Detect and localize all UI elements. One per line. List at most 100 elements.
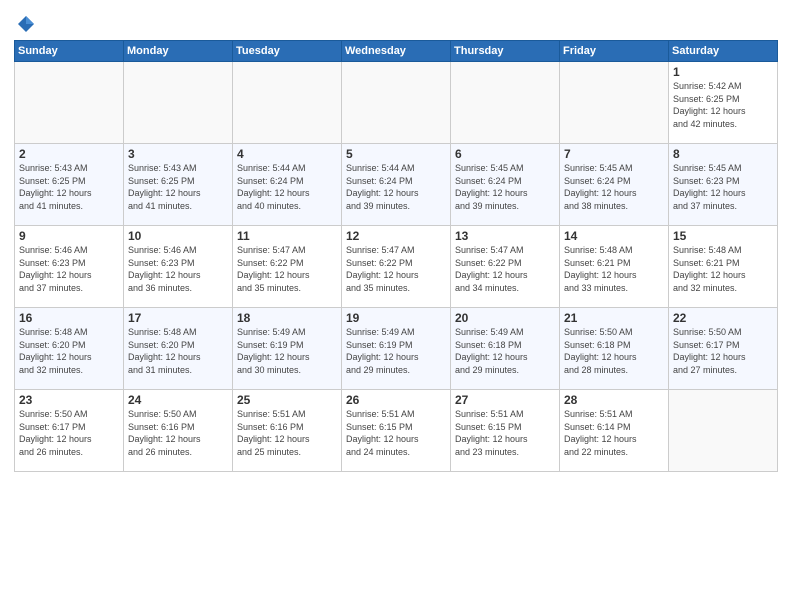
calendar-cell: 6Sunrise: 5:45 AMSunset: 6:24 PMDaylight… bbox=[451, 144, 560, 226]
day-number: 5 bbox=[346, 147, 446, 161]
calendar-cell: 26Sunrise: 5:51 AMSunset: 6:15 PMDayligh… bbox=[342, 390, 451, 472]
calendar-cell bbox=[342, 62, 451, 144]
day-number: 11 bbox=[237, 229, 337, 243]
day-info: Sunrise: 5:48 AMSunset: 6:21 PMDaylight:… bbox=[564, 244, 664, 294]
header bbox=[14, 10, 778, 34]
day-number: 21 bbox=[564, 311, 664, 325]
calendar-cell bbox=[669, 390, 778, 472]
calendar-cell: 12Sunrise: 5:47 AMSunset: 6:22 PMDayligh… bbox=[342, 226, 451, 308]
page: SundayMondayTuesdayWednesdayThursdayFrid… bbox=[0, 0, 792, 612]
calendar: SundayMondayTuesdayWednesdayThursdayFrid… bbox=[14, 40, 778, 472]
calendar-cell: 21Sunrise: 5:50 AMSunset: 6:18 PMDayligh… bbox=[560, 308, 669, 390]
day-number: 24 bbox=[128, 393, 228, 407]
calendar-cell: 19Sunrise: 5:49 AMSunset: 6:19 PMDayligh… bbox=[342, 308, 451, 390]
day-info: Sunrise: 5:43 AMSunset: 6:25 PMDaylight:… bbox=[128, 162, 228, 212]
calendar-cell bbox=[451, 62, 560, 144]
day-number: 1 bbox=[673, 65, 773, 79]
weekday-header-thursday: Thursday bbox=[451, 41, 560, 62]
calendar-cell: 7Sunrise: 5:45 AMSunset: 6:24 PMDaylight… bbox=[560, 144, 669, 226]
day-number: 17 bbox=[128, 311, 228, 325]
calendar-cell: 10Sunrise: 5:46 AMSunset: 6:23 PMDayligh… bbox=[124, 226, 233, 308]
day-info: Sunrise: 5:48 AMSunset: 6:21 PMDaylight:… bbox=[673, 244, 773, 294]
day-info: Sunrise: 5:50 AMSunset: 6:16 PMDaylight:… bbox=[128, 408, 228, 458]
calendar-cell: 22Sunrise: 5:50 AMSunset: 6:17 PMDayligh… bbox=[669, 308, 778, 390]
calendar-cell bbox=[124, 62, 233, 144]
calendar-cell: 25Sunrise: 5:51 AMSunset: 6:16 PMDayligh… bbox=[233, 390, 342, 472]
day-info: Sunrise: 5:49 AMSunset: 6:18 PMDaylight:… bbox=[455, 326, 555, 376]
calendar-cell: 2Sunrise: 5:43 AMSunset: 6:25 PMDaylight… bbox=[15, 144, 124, 226]
day-info: Sunrise: 5:51 AMSunset: 6:15 PMDaylight:… bbox=[455, 408, 555, 458]
calendar-header: SundayMondayTuesdayWednesdayThursdayFrid… bbox=[15, 41, 778, 62]
day-info: Sunrise: 5:50 AMSunset: 6:17 PMDaylight:… bbox=[19, 408, 119, 458]
calendar-cell: 13Sunrise: 5:47 AMSunset: 6:22 PMDayligh… bbox=[451, 226, 560, 308]
day-number: 27 bbox=[455, 393, 555, 407]
day-info: Sunrise: 5:48 AMSunset: 6:20 PMDaylight:… bbox=[19, 326, 119, 376]
calendar-week-2: 9Sunrise: 5:46 AMSunset: 6:23 PMDaylight… bbox=[15, 226, 778, 308]
calendar-cell: 28Sunrise: 5:51 AMSunset: 6:14 PMDayligh… bbox=[560, 390, 669, 472]
day-number: 8 bbox=[673, 147, 773, 161]
day-info: Sunrise: 5:47 AMSunset: 6:22 PMDaylight:… bbox=[346, 244, 446, 294]
weekday-row: SundayMondayTuesdayWednesdayThursdayFrid… bbox=[15, 41, 778, 62]
day-info: Sunrise: 5:48 AMSunset: 6:20 PMDaylight:… bbox=[128, 326, 228, 376]
day-info: Sunrise: 5:42 AMSunset: 6:25 PMDaylight:… bbox=[673, 80, 773, 130]
weekday-header-wednesday: Wednesday bbox=[342, 41, 451, 62]
calendar-cell: 16Sunrise: 5:48 AMSunset: 6:20 PMDayligh… bbox=[15, 308, 124, 390]
day-number: 10 bbox=[128, 229, 228, 243]
day-info: Sunrise: 5:45 AMSunset: 6:23 PMDaylight:… bbox=[673, 162, 773, 212]
day-info: Sunrise: 5:46 AMSunset: 6:23 PMDaylight:… bbox=[128, 244, 228, 294]
calendar-cell: 17Sunrise: 5:48 AMSunset: 6:20 PMDayligh… bbox=[124, 308, 233, 390]
day-info: Sunrise: 5:44 AMSunset: 6:24 PMDaylight:… bbox=[237, 162, 337, 212]
calendar-cell: 4Sunrise: 5:44 AMSunset: 6:24 PMDaylight… bbox=[233, 144, 342, 226]
calendar-cell bbox=[15, 62, 124, 144]
calendar-week-4: 23Sunrise: 5:50 AMSunset: 6:17 PMDayligh… bbox=[15, 390, 778, 472]
calendar-cell: 3Sunrise: 5:43 AMSunset: 6:25 PMDaylight… bbox=[124, 144, 233, 226]
weekday-header-tuesday: Tuesday bbox=[233, 41, 342, 62]
day-info: Sunrise: 5:45 AMSunset: 6:24 PMDaylight:… bbox=[455, 162, 555, 212]
day-number: 16 bbox=[19, 311, 119, 325]
calendar-cell: 5Sunrise: 5:44 AMSunset: 6:24 PMDaylight… bbox=[342, 144, 451, 226]
calendar-cell: 11Sunrise: 5:47 AMSunset: 6:22 PMDayligh… bbox=[233, 226, 342, 308]
day-number: 6 bbox=[455, 147, 555, 161]
day-number: 13 bbox=[455, 229, 555, 243]
day-info: Sunrise: 5:45 AMSunset: 6:24 PMDaylight:… bbox=[564, 162, 664, 212]
day-info: Sunrise: 5:47 AMSunset: 6:22 PMDaylight:… bbox=[455, 244, 555, 294]
calendar-cell: 9Sunrise: 5:46 AMSunset: 6:23 PMDaylight… bbox=[15, 226, 124, 308]
day-number: 14 bbox=[564, 229, 664, 243]
weekday-header-monday: Monday bbox=[124, 41, 233, 62]
day-number: 2 bbox=[19, 147, 119, 161]
day-number: 22 bbox=[673, 311, 773, 325]
calendar-cell: 20Sunrise: 5:49 AMSunset: 6:18 PMDayligh… bbox=[451, 308, 560, 390]
calendar-cell: 27Sunrise: 5:51 AMSunset: 6:15 PMDayligh… bbox=[451, 390, 560, 472]
calendar-cell bbox=[233, 62, 342, 144]
day-number: 7 bbox=[564, 147, 664, 161]
day-number: 26 bbox=[346, 393, 446, 407]
logo bbox=[14, 14, 36, 34]
calendar-week-3: 16Sunrise: 5:48 AMSunset: 6:20 PMDayligh… bbox=[15, 308, 778, 390]
day-number: 19 bbox=[346, 311, 446, 325]
day-number: 4 bbox=[237, 147, 337, 161]
day-info: Sunrise: 5:49 AMSunset: 6:19 PMDaylight:… bbox=[237, 326, 337, 376]
day-number: 3 bbox=[128, 147, 228, 161]
day-number: 18 bbox=[237, 311, 337, 325]
day-number: 9 bbox=[19, 229, 119, 243]
day-info: Sunrise: 5:44 AMSunset: 6:24 PMDaylight:… bbox=[346, 162, 446, 212]
day-info: Sunrise: 5:51 AMSunset: 6:16 PMDaylight:… bbox=[237, 408, 337, 458]
day-info: Sunrise: 5:51 AMSunset: 6:14 PMDaylight:… bbox=[564, 408, 664, 458]
calendar-week-1: 2Sunrise: 5:43 AMSunset: 6:25 PMDaylight… bbox=[15, 144, 778, 226]
day-info: Sunrise: 5:51 AMSunset: 6:15 PMDaylight:… bbox=[346, 408, 446, 458]
calendar-cell: 15Sunrise: 5:48 AMSunset: 6:21 PMDayligh… bbox=[669, 226, 778, 308]
calendar-cell bbox=[560, 62, 669, 144]
day-number: 15 bbox=[673, 229, 773, 243]
day-info: Sunrise: 5:43 AMSunset: 6:25 PMDaylight:… bbox=[19, 162, 119, 212]
calendar-cell: 14Sunrise: 5:48 AMSunset: 6:21 PMDayligh… bbox=[560, 226, 669, 308]
calendar-cell: 8Sunrise: 5:45 AMSunset: 6:23 PMDaylight… bbox=[669, 144, 778, 226]
day-number: 23 bbox=[19, 393, 119, 407]
calendar-cell: 23Sunrise: 5:50 AMSunset: 6:17 PMDayligh… bbox=[15, 390, 124, 472]
day-number: 20 bbox=[455, 311, 555, 325]
day-info: Sunrise: 5:46 AMSunset: 6:23 PMDaylight:… bbox=[19, 244, 119, 294]
logo-icon bbox=[16, 14, 36, 34]
day-number: 28 bbox=[564, 393, 664, 407]
day-info: Sunrise: 5:50 AMSunset: 6:17 PMDaylight:… bbox=[673, 326, 773, 376]
weekday-header-saturday: Saturday bbox=[669, 41, 778, 62]
calendar-cell: 18Sunrise: 5:49 AMSunset: 6:19 PMDayligh… bbox=[233, 308, 342, 390]
